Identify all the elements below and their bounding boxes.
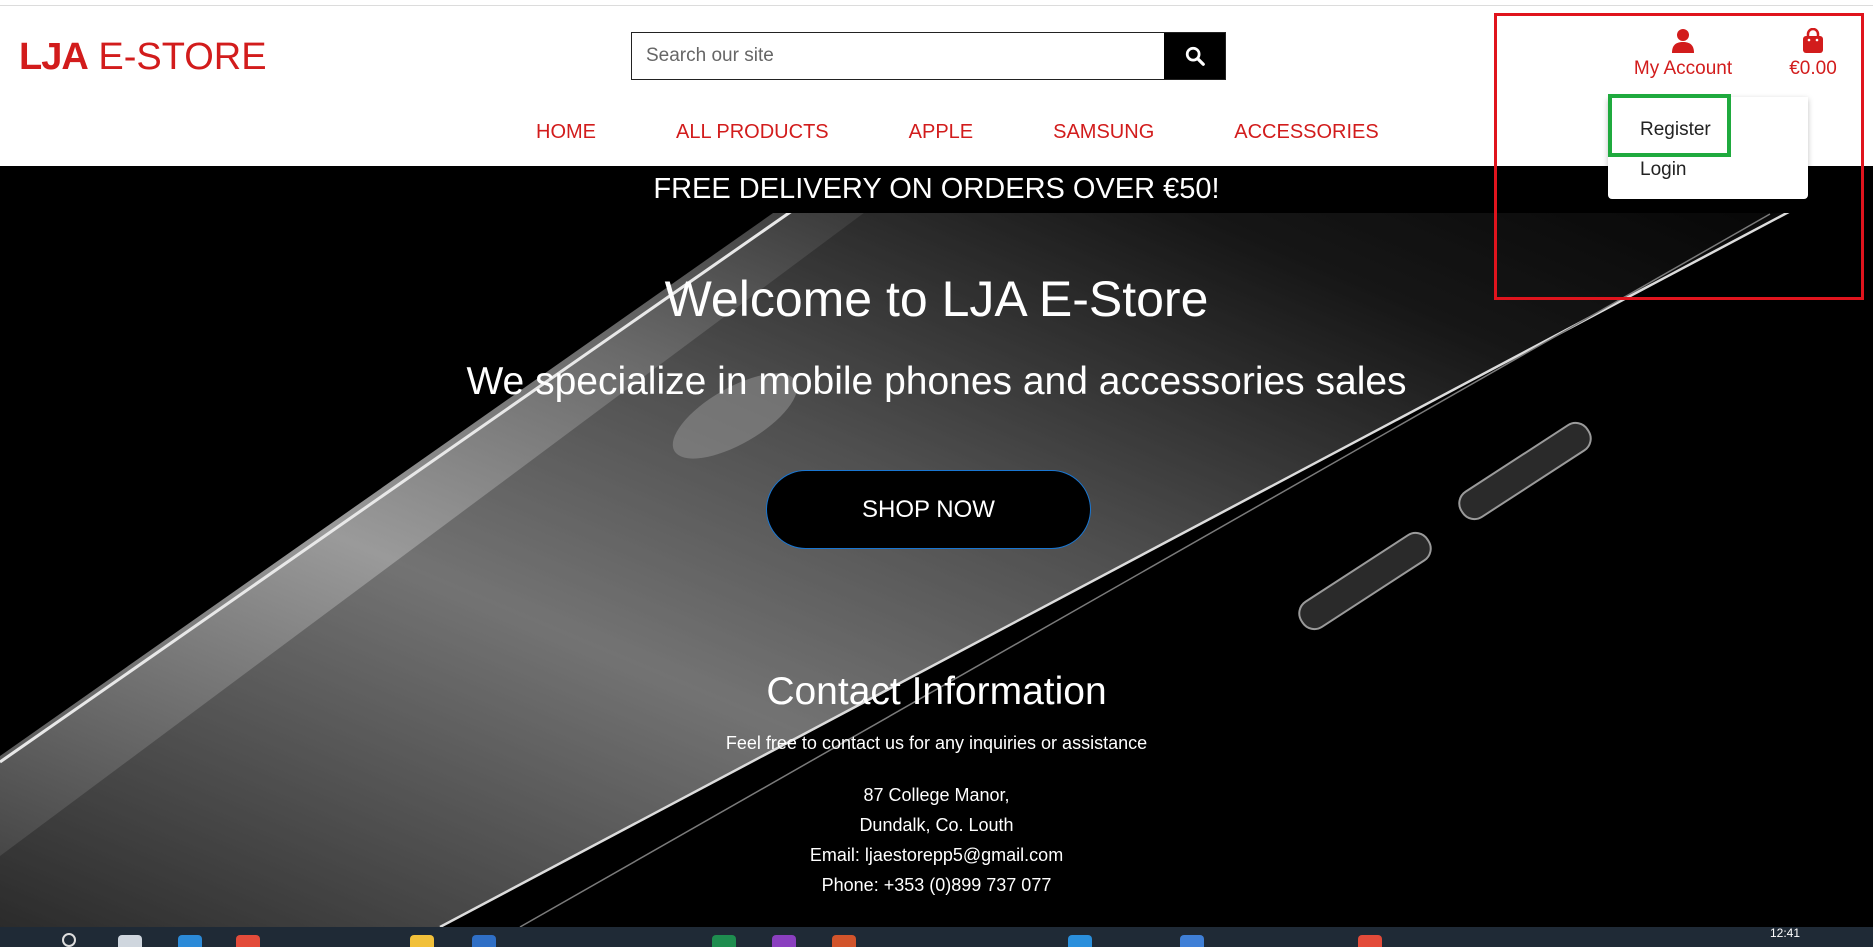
- hero-title: Welcome to LJA E-Store: [664, 271, 1209, 327]
- address-line-1: 87 College Manor,: [863, 785, 1010, 805]
- contact-phone: Phone: +353 (0)899 737 077: [821, 875, 1052, 895]
- contact-title: Contact Information: [766, 670, 1107, 713]
- main-nav: HOME ALL PRODUCTS APPLE SAMSUNG ACCESSOR…: [536, 121, 1459, 144]
- user-icon: [1672, 29, 1694, 53]
- contact-email[interactable]: Email: ljaestorepp5@gmail.com: [0, 840, 1873, 870]
- nav-samsung[interactable]: SAMSUNG: [1053, 121, 1154, 144]
- search-icon[interactable]: [62, 933, 76, 947]
- excel-icon[interactable]: [712, 935, 736, 947]
- search-icon: [1185, 46, 1205, 66]
- edge-browser-icon[interactable]: [178, 935, 202, 947]
- my-account-label: My Account: [1633, 58, 1733, 79]
- nav-apple[interactable]: APPLE: [909, 121, 973, 144]
- site-logo[interactable]: LJA E-STORE: [19, 36, 267, 79]
- search-form: [631, 32, 1226, 80]
- contact-details: 87 College Manor, Dundalk, Co. Louth Ema…: [0, 780, 1873, 900]
- task-view-icon[interactable]: [118, 935, 142, 947]
- nav-home[interactable]: HOME: [536, 121, 596, 144]
- logo-text: E-STORE: [87, 36, 267, 78]
- nav-accessories[interactable]: ACCESSORIES: [1234, 121, 1378, 144]
- free-delivery-banner: FREE DELIVERY ON ORDERS OVER €50!: [0, 166, 1873, 213]
- shop-now-button[interactable]: SHOP NOW: [766, 470, 1091, 549]
- hero-subtitle: We specialize in mobile phones and acces…: [466, 360, 1407, 403]
- os-taskbar: 12:41: [0, 927, 1873, 947]
- shopping-bag-icon: [1803, 28, 1823, 53]
- app-icon[interactable]: [1180, 935, 1204, 947]
- account-dropdown-menu: Register Login: [1608, 97, 1808, 199]
- chrome-icon[interactable]: [236, 935, 260, 947]
- search-button[interactable]: [1164, 33, 1225, 79]
- register-link[interactable]: Register: [1640, 119, 1711, 141]
- onenote-icon[interactable]: [772, 935, 796, 947]
- contact-subtitle: Feel free to contact us for any inquirie…: [725, 733, 1148, 753]
- site-header: LJA E-STORE My Account €0.00 HOME ALL PR…: [0, 6, 1873, 166]
- cart-button[interactable]: €0.00: [1778, 28, 1848, 80]
- powerpoint-icon[interactable]: [832, 935, 856, 947]
- vscode-icon[interactable]: [1068, 935, 1092, 947]
- search-input[interactable]: [632, 33, 1164, 79]
- chrome-active-icon[interactable]: [1358, 935, 1382, 947]
- my-account-button[interactable]: My Account: [1618, 28, 1748, 80]
- file-explorer-icon[interactable]: [410, 935, 434, 947]
- cart-total: €0.00: [1789, 58, 1837, 79]
- store-icon[interactable]: [472, 935, 496, 947]
- nav-all-products[interactable]: ALL PRODUCTS: [676, 121, 829, 144]
- logo-bold-text: LJA: [19, 36, 89, 78]
- address-line-2: Dundalk, Co. Louth: [859, 815, 1014, 835]
- login-link[interactable]: Login: [1640, 159, 1687, 181]
- taskbar-clock: 12:41: [1770, 927, 1801, 940]
